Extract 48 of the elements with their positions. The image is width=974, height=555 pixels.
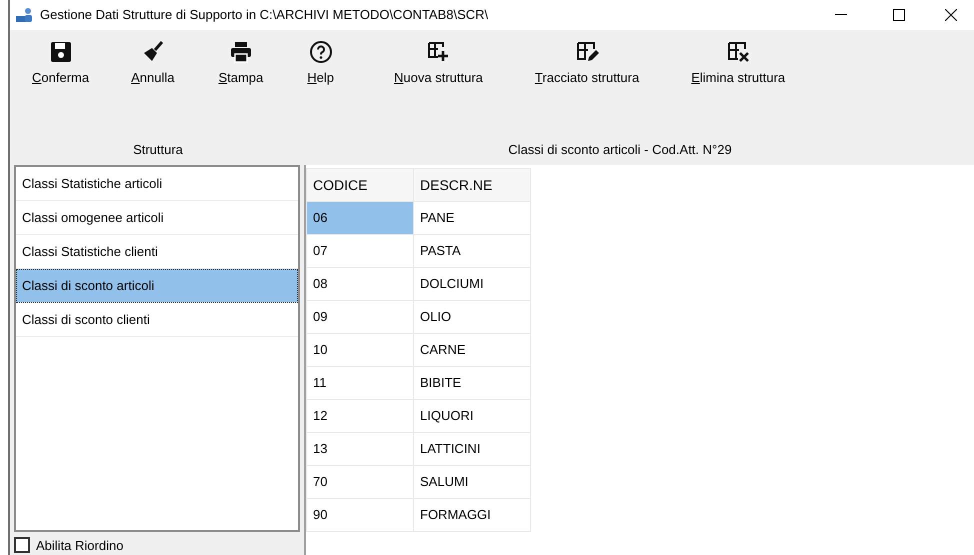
list-item[interactable]: Classi di sconto articoli (16, 269, 298, 303)
section-caption: Struttura (132, 141, 184, 160)
table-x-icon (726, 40, 750, 64)
table-cell[interactable]: 70 (306, 466, 414, 498)
table-cell[interactable]: 08 (306, 268, 414, 300)
window-title: Gestione Dati Strutture di Supporto in C:\ARCHIVI METODO\CONTAB8\SCR\ (40, 6, 488, 24)
table-cell[interactable]: PASTA (414, 234, 530, 268)
column-header[interactable]: DESCR.NE (414, 168, 530, 202)
checkbox-label: Abilita Riordino (36, 536, 124, 554)
list-item[interactable]: Classi di sconto clienti (16, 303, 298, 337)
toolbar-button[interactable]: Stampa (210, 36, 272, 90)
table-cell[interactable]: FORMAGGI (414, 498, 530, 532)
toolbar-button[interactable]: Conferma (24, 36, 98, 90)
table-cell[interactable]: 90 (306, 498, 414, 532)
checkbox[interactable] (14, 537, 30, 554)
app-icon (16, 7, 34, 23)
list-item[interactable]: Classi omogenee articoli (16, 201, 298, 235)
table-cell[interactable]: LIQUORI (414, 400, 530, 432)
toolbar-button[interactable]: Nuova struttura (386, 36, 491, 90)
table-cell[interactable]: SALUMI (414, 466, 530, 498)
table-cell[interactable]: 09 (306, 300, 414, 334)
table-pencil-icon (575, 40, 600, 64)
save-icon (48, 40, 73, 64)
table-cell[interactable]: 11 (306, 366, 414, 400)
table-cell[interactable]: 06 (306, 202, 414, 234)
maximize-icon (893, 9, 905, 21)
minimize-icon (835, 14, 847, 16)
section-caption: Classi di sconto articoli - Cod.Att. N°29 (507, 141, 733, 160)
toolbar-button[interactable]: Help (299, 36, 342, 90)
help-icon (308, 40, 333, 64)
table-cell[interactable]: 13 (306, 432, 414, 466)
table-cell[interactable]: OLIO (414, 300, 530, 334)
table-cell[interactable]: PANE (414, 202, 530, 234)
toolbar-button[interactable]: Elimina struttura (683, 36, 794, 90)
table-plus-icon (426, 40, 450, 64)
printer-icon (228, 40, 253, 64)
table-cell[interactable]: BIBITE (414, 366, 530, 400)
table-cell[interactable]: CARNE (414, 334, 530, 366)
table-cell[interactable]: 12 (306, 400, 414, 432)
table-cell[interactable]: DOLCIUMI (414, 268, 530, 300)
toolbar-button[interactable]: Annulla (123, 36, 182, 90)
toolbar-button[interactable]: Tracciato struttura (526, 36, 648, 90)
table-cell[interactable]: 10 (306, 334, 414, 366)
column-header[interactable]: CODICE (306, 168, 414, 202)
close-icon (945, 9, 957, 21)
table-cell[interactable]: LATTICINI (414, 432, 530, 466)
table-cell[interactable]: 07 (306, 234, 414, 268)
list-item[interactable]: Classi Statistiche articoli (16, 167, 298, 201)
